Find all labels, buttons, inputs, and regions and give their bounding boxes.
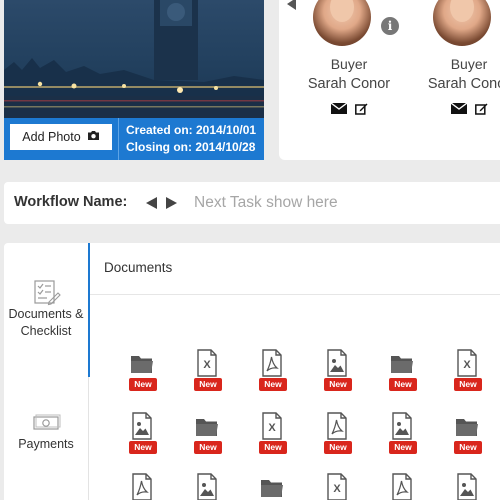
folder-icon	[260, 473, 284, 500]
next-task-input[interactable]	[194, 190, 494, 216]
date-divider	[118, 118, 119, 160]
folder-icon	[195, 412, 219, 440]
workflow-prev-arrow-icon[interactable]	[146, 197, 157, 209]
content-divider	[90, 294, 500, 295]
new-badge: New	[259, 441, 287, 454]
new-badge: New	[454, 441, 482, 454]
closing-on-date: Closing on: 2014/10/28	[126, 140, 256, 154]
new-badge: New	[389, 378, 417, 391]
folder-document[interactable]: New	[382, 349, 422, 395]
new-badge: New	[259, 378, 287, 391]
buyers-card: i Buyer Sarah Conor Buyer Sarah Conor	[279, 0, 500, 160]
add-photo-label: Add Photo	[22, 130, 81, 144]
excel-document[interactable]: XNew	[317, 473, 357, 500]
pdf-document[interactable]: New	[382, 473, 422, 500]
sidebar-item-label: Documents & Checklist	[8, 307, 84, 338]
image-document[interactable]: New	[187, 473, 227, 500]
image-document[interactable]: New	[447, 473, 487, 500]
folder-icon	[455, 412, 479, 440]
new-badge: New	[194, 441, 222, 454]
property-card: Add Photo Created on: 2014/10/01 Closing…	[4, 0, 264, 160]
property-photo	[4, 0, 264, 118]
buyer-name: Sarah Conor	[427, 76, 500, 92]
workflow-label: Workflow Name:	[14, 194, 128, 210]
property-dates: Created on: 2014/10/01 Closing on: 2014/…	[126, 122, 256, 156]
image-icon	[325, 349, 349, 377]
svg-text:X: X	[463, 359, 471, 371]
pdf-icon	[390, 473, 414, 500]
pdf-document[interactable]: New	[122, 473, 162, 500]
excel-icon: X	[325, 473, 349, 500]
pdf-icon	[260, 349, 284, 377]
new-badge: New	[129, 378, 157, 391]
email-icon[interactable]	[330, 103, 347, 115]
edit-icon[interactable]	[474, 103, 488, 115]
documents-title: Documents	[104, 260, 173, 275]
svg-text:X: X	[333, 483, 341, 495]
pdf-icon	[130, 473, 154, 500]
pdf-icon	[325, 412, 349, 440]
folder-document[interactable]: New	[252, 473, 292, 500]
excel-icon: X	[195, 349, 219, 377]
image-icon	[455, 473, 479, 500]
buyers-prev-arrow-icon[interactable]	[287, 0, 296, 10]
avatar[interactable]	[433, 0, 491, 46]
buyer-name: Sarah Conor	[307, 76, 391, 92]
image-document[interactable]: New	[317, 349, 357, 395]
pdf-document[interactable]: New	[317, 412, 357, 458]
workflow-next-arrow-icon[interactable]	[166, 197, 177, 209]
excel-icon: X	[260, 412, 284, 440]
image-document[interactable]: New	[382, 412, 422, 458]
folder-icon	[130, 349, 154, 377]
excel-document[interactable]: X New	[447, 349, 487, 395]
buyer-role: Buyer	[450, 56, 488, 72]
excel-icon: X	[455, 349, 479, 377]
new-badge: New	[454, 378, 482, 391]
created-on-date: Created on: 2014/10/01	[126, 123, 257, 137]
edit-icon[interactable]	[354, 103, 368, 115]
svg-text:X: X	[268, 422, 276, 434]
image-icon	[130, 412, 154, 440]
new-badge: New	[194, 378, 222, 391]
svg-text:X: X	[203, 359, 211, 371]
email-icon[interactable]	[450, 103, 467, 115]
new-badge: New	[389, 441, 417, 454]
money-icon	[4, 414, 88, 436]
folder-document[interactable]: New	[447, 412, 487, 458]
pdf-document[interactable]: New	[252, 349, 292, 395]
add-photo-button[interactable]: Add Photo	[10, 124, 112, 150]
image-icon	[390, 412, 414, 440]
checklist-icon	[4, 280, 88, 306]
documents-panel: Documents & Checklist Payments Documents…	[4, 243, 500, 500]
info-icon[interactable]: i	[379, 15, 401, 37]
sidebar-active-indicator	[88, 243, 90, 377]
image-icon	[195, 473, 219, 500]
sidebar-item-documents-checklist[interactable]: Documents & Checklist	[4, 280, 88, 340]
buyer-role: Buyer	[330, 56, 368, 72]
folder-document[interactable]: New	[187, 412, 227, 458]
new-badge: New	[324, 378, 352, 391]
sidebar-item-payments[interactable]: Payments	[4, 414, 88, 453]
image-document[interactable]: New	[122, 412, 162, 458]
workflow-bar: Workflow Name:	[4, 182, 500, 224]
excel-document[interactable]: X New	[252, 412, 292, 458]
excel-document[interactable]: X New	[187, 349, 227, 395]
camera-icon	[87, 130, 100, 144]
sidebar-item-label: Payments	[18, 437, 74, 451]
folder-document[interactable]: New	[122, 349, 162, 395]
folder-icon	[390, 349, 414, 377]
new-badge: New	[129, 441, 157, 454]
sidebar: Documents & Checklist Payments	[4, 243, 89, 500]
avatar[interactable]	[313, 0, 371, 46]
new-badge: New	[324, 441, 352, 454]
